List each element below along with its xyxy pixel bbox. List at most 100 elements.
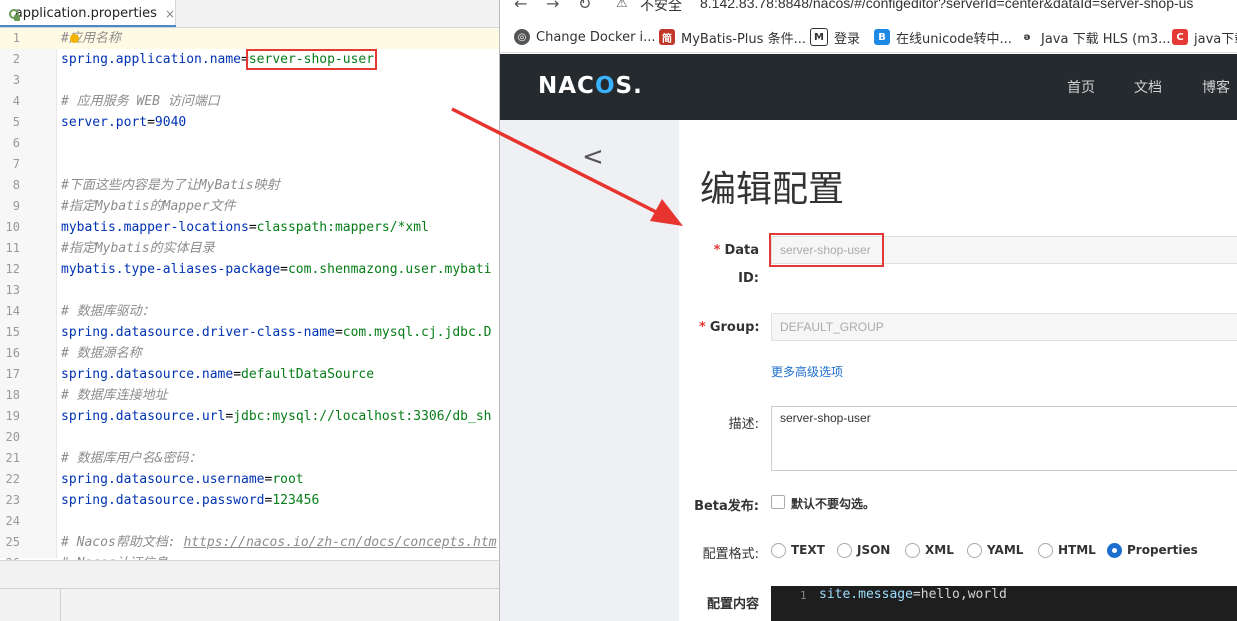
code-line[interactable]: 3: [0, 70, 500, 91]
bookmark-mybatis-plus[interactable]: 简 MyBatis-Plus 条件...: [659, 27, 806, 47]
beta-label: Beta发布:: [694, 499, 759, 514]
security-label[interactable]: 不安全: [640, 0, 682, 15]
code-line[interactable]: 20: [0, 427, 500, 448]
format-radio-text[interactable]: [771, 543, 786, 558]
highlighted-app-name: server-shop-user: [245, 49, 378, 70]
code-token: =: [334, 325, 343, 340]
address-bar[interactable]: ← → ↻ ⚠ 不安全 8.142.83.78:8848/nacos/#/con…: [500, 0, 1237, 20]
code-line[interactable]: 26 # Nacos认证信息: [0, 553, 500, 560]
format-xml-label: XML: [925, 543, 954, 557]
format-radio-html[interactable]: [1038, 543, 1053, 558]
code-text: # 数据库驱动：: [61, 301, 155, 322]
description-textarea[interactable]: server-shop-user: [771, 406, 1237, 471]
editor-tab-application-properties[interactable]: application.properties ×: [0, 0, 176, 27]
code-line[interactable]: 2 spring.application.name=server-shop-use…: [0, 49, 500, 70]
code-line[interactable]: 14 # 数据库驱动：: [0, 301, 500, 322]
code-text: # 数据源名称: [61, 343, 142, 364]
line-number: 17: [5, 367, 20, 381]
code-line[interactable]: 10 mybatis.mapper-locations=classpath:map…: [0, 217, 500, 238]
line-number: 21: [5, 451, 20, 465]
lightbulb-icon[interactable]: [70, 34, 79, 43]
bookmark-change-docker[interactable]: ◎ Change Docker i...: [514, 27, 656, 47]
code-token: # Nacos帮助文档:: [61, 535, 184, 550]
code-token: =: [241, 52, 249, 67]
code-token: com.shenmazong.user.mybati: [287, 262, 492, 277]
config-content-editor[interactable]: 1 site.message=hello,world: [771, 586, 1237, 621]
code-text: spring.application.name=server-shop-user: [61, 49, 378, 70]
code-line[interactable]: 7: [0, 154, 500, 175]
forward-icon[interactable]: →: [546, 0, 559, 13]
bookmark-unicode[interactable]: B 在线unicode转中...: [874, 27, 1012, 47]
code-editor[interactable]: 1 #应用名称 2 spring.application.name=server-sh…: [0, 28, 500, 560]
line-number: 25: [5, 535, 20, 549]
code-token: #指定Mybatis的Mapper文件: [61, 199, 236, 214]
code-line[interactable]: 4 # 应用服务 WEB 访问端口: [0, 91, 500, 112]
back-icon[interactable]: ←: [514, 0, 527, 13]
bookmark-java-hls[interactable]: ə Java 下载 HLS (m3...: [1019, 27, 1171, 47]
editor-code-line: site.message=hello,world: [819, 587, 1007, 602]
content-label: 配置内容: [706, 597, 759, 612]
line-number: 9: [12, 199, 20, 213]
line-number: 26: [0, 553, 20, 560]
code-line[interactable]: 24: [0, 511, 500, 532]
code-line[interactable]: 19 spring.datasource.url=jdbc:mysql://loc…: [0, 406, 500, 427]
code-line[interactable]: 6: [0, 133, 500, 154]
code-token: 9040: [154, 115, 187, 130]
nacos-logo[interactable]: NACOS.: [538, 73, 643, 99]
line-number: 14: [5, 304, 20, 318]
nav-home[interactable]: 首页: [1067, 77, 1095, 97]
code-line[interactable]: 12 mybatis.type-aliases-package=com.shenm…: [0, 259, 500, 280]
data-id-input[interactable]: server-shop-user: [771, 236, 1237, 264]
format-radio-json[interactable]: [837, 543, 852, 558]
format-radio-yaml[interactable]: [967, 543, 982, 558]
code-token: spring.datasource.driver-class-name: [61, 325, 335, 340]
code-text: mybatis.mapper-locations=classpath:mappe…: [61, 217, 429, 238]
beta-checkbox[interactable]: [771, 495, 785, 509]
data-id-label-id: ID:: [738, 271, 759, 286]
bookmark-login[interactable]: M 登录: [810, 27, 860, 47]
code-line[interactable]: 23 spring.datasource.password=123456: [0, 490, 500, 511]
code-token: https://nacos.io/zh-cn/docs/concepts.htm: [183, 535, 497, 550]
close-tab-icon[interactable]: ×: [165, 7, 175, 21]
line-number: 1: [12, 31, 20, 45]
reload-icon[interactable]: ↻: [578, 0, 591, 13]
code-line[interactable]: 15 spring.datasource.driver-class-name=co…: [0, 322, 500, 343]
code-line[interactable]: 8 #下面这些内容是为了让MyBatis映射: [0, 175, 500, 196]
nacos-header: NACOS. 首页 文档 博客: [500, 54, 1237, 120]
format-radio-properties[interactable]: [1107, 543, 1122, 558]
code-line[interactable]: 22 spring.datasource.username=root: [0, 469, 500, 490]
code-token: spring.datasource.password: [61, 493, 265, 508]
code-text: # Nacos认证信息: [61, 553, 168, 560]
code-line[interactable]: 17 spring.datasource.name=defaultDataSour…: [0, 364, 500, 385]
code-token: #指定Mybatis的实体目录: [61, 241, 215, 256]
code-line[interactable]: 16 # 数据源名称: [0, 343, 500, 364]
jian-icon: 简: [659, 29, 675, 45]
code-line[interactable]: 11 #指定Mybatis的实体目录: [0, 238, 500, 259]
code-line[interactable]: 21 # 数据库用户名&密码：: [0, 448, 500, 469]
code-line[interactable]: 5 server.port=9040: [0, 112, 500, 133]
url-text[interactable]: 8.142.83.78:8848/nacos/#/configeditor?se…: [700, 0, 1193, 11]
code-text: # 应用服务 WEB 访问端口: [61, 91, 220, 112]
bookmark-java-download[interactable]: C java下载: [1172, 27, 1237, 47]
line-number: 11: [5, 241, 20, 255]
code-line[interactable]: 18 # 数据库连接地址: [0, 385, 500, 406]
ide-bottom-divider: [60, 588, 61, 621]
format-radio-xml[interactable]: [905, 543, 920, 558]
active-tab-indicator: [0, 25, 176, 27]
code-line[interactable]: 13: [0, 280, 500, 301]
nav-blog[interactable]: 博客: [1202, 77, 1230, 97]
code-line[interactable]: 1 #应用名称: [0, 28, 500, 49]
group-input[interactable]: DEFAULT_GROUP: [771, 313, 1237, 341]
nav-docs[interactable]: 文档: [1134, 77, 1162, 97]
collapse-chevron-icon[interactable]: <: [582, 142, 604, 172]
code-line[interactable]: 25 # Nacos帮助文档: https://nacos.io/zh-cn/do…: [0, 532, 500, 553]
advanced-options-link[interactable]: 更多高级选项: [771, 363, 843, 380]
code-text: spring.datasource.driver-class-name=com.…: [61, 322, 491, 343]
code-token: # 数据库连接地址: [61, 388, 168, 403]
code-line[interactable]: 9 #指定Mybatis的Mapper文件: [0, 196, 500, 217]
code-token: classpath:mappers/*xml: [256, 220, 429, 235]
line-number: 10: [5, 220, 20, 234]
code-token: jdbc:mysql://localhost:3306/db_sh: [233, 409, 492, 424]
code-text: spring.datasource.name=defaultDataSource: [61, 364, 374, 385]
format-text-label: TEXT: [791, 543, 825, 557]
